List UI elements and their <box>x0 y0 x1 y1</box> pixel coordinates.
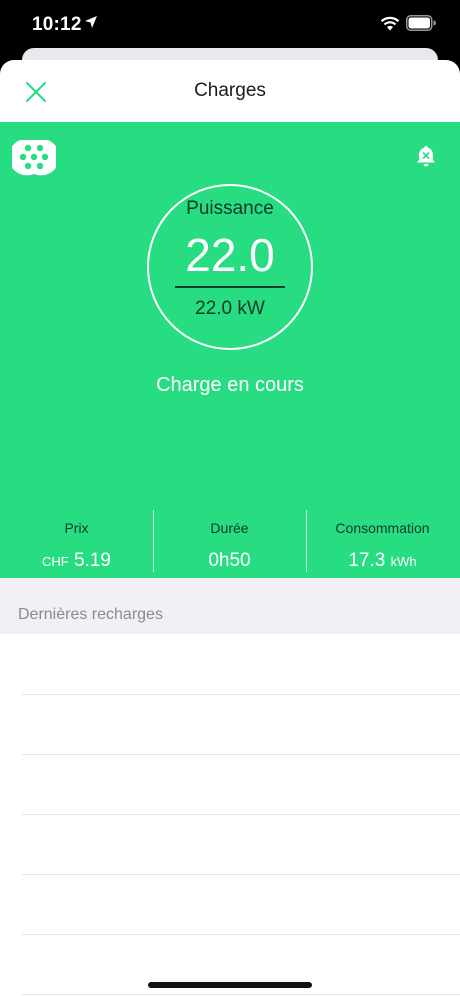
list-separator <box>22 874 460 875</box>
stat-number: 5.19 <box>74 550 111 571</box>
stat-prefix: CHF <box>42 554 69 569</box>
battery-icon <box>406 15 436 31</box>
page-title: Charges <box>194 80 266 101</box>
recent-charges-header: Dernières recharges <box>0 578 460 634</box>
gauge-divider <box>175 286 285 288</box>
stat-number: 17.3 <box>348 550 386 571</box>
status-bar: 10:12 <box>0 0 460 50</box>
list-separator <box>22 934 460 935</box>
gauge-label: Puissance <box>186 198 274 219</box>
stat-value: 0h50 <box>153 550 306 572</box>
charge-panel: Puissance 22.0 22.0 kW Charge en cours P… <box>0 122 460 578</box>
charges-sheet: Charges Puissance 22.0 22.0 kW Charge en… <box>0 60 460 996</box>
stat-value: 17.3 kWh <box>306 550 459 572</box>
wifi-icon <box>380 16 400 31</box>
stat-duration: Durée 0h50 <box>153 510 306 572</box>
status-time: 10:12 <box>32 14 82 35</box>
stat-value: CHF 5.19 <box>0 550 153 572</box>
list-separator <box>22 754 460 755</box>
stat-number: 0h50 <box>208 550 251 571</box>
location-arrow-icon <box>85 16 97 28</box>
gauge-value: 22.0 <box>185 229 275 281</box>
charge-status: Charge en cours <box>156 374 304 396</box>
stat-label: Durée <box>210 520 249 536</box>
notification-bell-icon[interactable] <box>414 144 438 168</box>
section-title: Dernières recharges <box>18 606 163 623</box>
nav-bar: Charges <box>0 60 460 122</box>
stat-consumption: Consommation 17.3 kWh <box>306 510 459 572</box>
list-separator <box>22 694 460 695</box>
home-indicator[interactable] <box>148 982 312 988</box>
stat-price: Prix CHF 5.19 <box>0 510 153 572</box>
type2-connector-icon <box>12 140 56 176</box>
gauge-sub-value: 22.0 kW <box>195 298 265 319</box>
stat-label: Consommation <box>335 520 430 536</box>
stat-unit: kWh <box>390 554 417 569</box>
stat-label: Prix <box>64 520 89 536</box>
power-gauge: Puissance 22.0 22.0 kW <box>147 184 313 350</box>
stats-row: Prix CHF 5.19 Durée 0h50 Consommation 17… <box>0 510 460 572</box>
list-separator <box>22 814 460 815</box>
list-separator <box>22 994 460 995</box>
recent-charges-list <box>0 634 460 996</box>
